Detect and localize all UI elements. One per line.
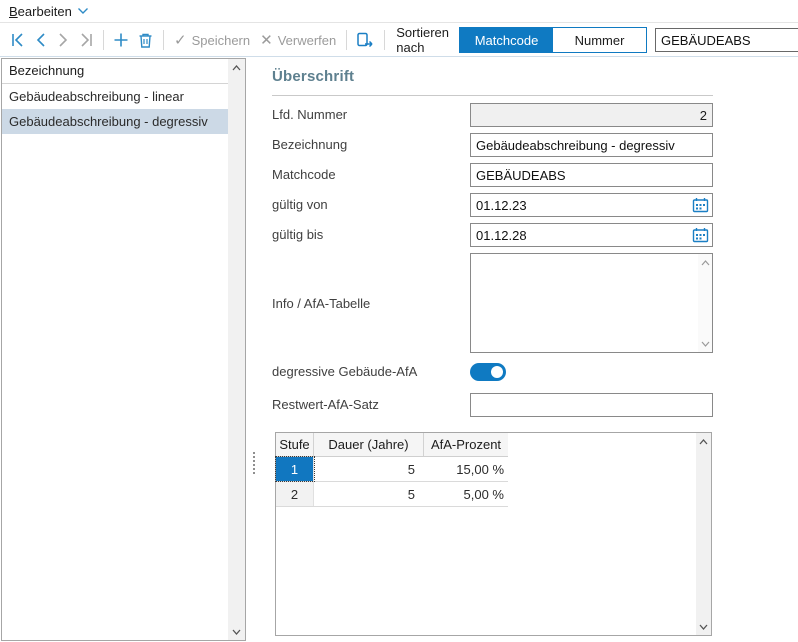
menu-bar: Bearbeiten [0, 0, 798, 23]
list-column-header[interactable]: Bezeichnung [2, 59, 228, 84]
list-item-selected[interactable]: Gebäudeabschreibung - degressiv [2, 109, 228, 134]
restwert-afa-satz-field[interactable] [470, 393, 713, 417]
last-record-button[interactable] [74, 27, 98, 53]
app-window: Bearbeiten [0, 0, 798, 642]
toggle-knob [491, 366, 503, 378]
lfd-nummer-label: Lfd. Nummer [272, 107, 347, 122]
discard-button-label: Verwerfen [278, 33, 337, 48]
list-scrollbar[interactable] [228, 59, 245, 640]
panel-splitter-handle[interactable] [251, 452, 257, 478]
record-list-panel: Bezeichnung Gebäudeabschreibung - linear… [1, 58, 246, 641]
heading-divider [272, 95, 713, 96]
sort-by-matchcode-button[interactable]: Matchcode [460, 28, 553, 52]
save-button[interactable]: ✓ Speichern [169, 27, 255, 53]
table-row[interactable]: 2 5 5,00 % [276, 482, 508, 507]
discard-button[interactable]: ✕ Verwerfen [255, 27, 341, 53]
textarea-scrollbar[interactable] [698, 254, 712, 352]
previous-record-icon [34, 32, 48, 48]
bezeichnung-label: Bezeichnung [272, 137, 347, 152]
scroll-up-icon[interactable] [696, 433, 711, 450]
list-item[interactable]: Gebäudeabschreibung - linear [2, 84, 228, 109]
column-header-dauer[interactable]: Dauer (Jahre) [314, 433, 424, 456]
check-icon: ✓ [174, 33, 187, 48]
first-record-icon [10, 32, 26, 48]
column-header-stufe[interactable]: Stufe [276, 433, 314, 456]
cell-dauer[interactable]: 5 [314, 457, 424, 481]
sort-by-nummer-button[interactable]: Nummer [553, 28, 646, 52]
info-afa-tabelle-field[interactable] [470, 253, 713, 353]
switch-record-icon [356, 32, 375, 49]
toolbar-separator [163, 30, 164, 50]
plus-icon [113, 32, 129, 48]
switch-view-button[interactable] [352, 27, 379, 53]
table-row[interactable]: 1 5 15,00 % [276, 457, 508, 482]
chevron-down-icon[interactable] [77, 7, 89, 15]
restwert-afa-satz-label: Restwert-AfA-Satz [272, 397, 379, 412]
table-scrollbar[interactable] [696, 433, 711, 635]
bezeichnung-field[interactable] [470, 133, 713, 157]
first-record-button[interactable] [6, 27, 30, 53]
toolbar-separator [346, 30, 347, 50]
add-record-button[interactable] [109, 27, 133, 53]
lfd-nummer-field [470, 103, 713, 127]
gueltig-von-date-wrap [470, 193, 713, 217]
scroll-up-icon[interactable] [698, 254, 712, 271]
degressive-toggle[interactable] [470, 363, 506, 381]
sort-by-label: Sortieren nach [396, 25, 449, 55]
degressive-gebaeude-afa-label: degressive Gebäude-AfA [272, 364, 417, 379]
cell-stufe[interactable]: 2 [276, 482, 314, 506]
form-section-heading: Überschrift [272, 68, 354, 85]
cell-stufe-selected[interactable]: 1 [276, 457, 314, 481]
matchcode-field[interactable] [470, 163, 713, 187]
calendar-icon[interactable] [692, 197, 709, 213]
toolbar-separator [384, 30, 385, 50]
trash-icon [137, 32, 154, 49]
menu-bearbeiten[interactable]: Bearbeiten [9, 4, 72, 19]
gueltig-bis-date-wrap [470, 223, 713, 247]
toolbar-separator [103, 30, 104, 50]
matchcode-search-input[interactable] [655, 28, 798, 52]
column-header-afa-prozent[interactable]: AfA-Prozent [424, 433, 508, 456]
delete-record-button[interactable] [133, 27, 158, 53]
cell-afa-prozent[interactable]: 5,00 % [424, 482, 508, 506]
scroll-up-icon[interactable] [228, 59, 245, 76]
sort-segmented-control: Matchcode Nummer [459, 27, 647, 53]
gueltig-von-field[interactable] [470, 193, 713, 217]
next-record-icon [56, 32, 70, 48]
afa-stufen-table: Stufe Dauer (Jahre) AfA-Prozent 1 5 15,0… [275, 432, 712, 636]
last-record-icon [78, 32, 94, 48]
scroll-down-icon[interactable] [696, 618, 711, 635]
scroll-down-icon[interactable] [228, 623, 245, 640]
scroll-down-icon[interactable] [698, 335, 712, 352]
cell-dauer[interactable]: 5 [314, 482, 424, 506]
info-afa-tabelle-label: Info / AfA-Tabelle [272, 296, 370, 311]
save-button-label: Speichern [192, 33, 251, 48]
calendar-icon[interactable] [692, 227, 709, 243]
table-header-row: Stufe Dauer (Jahre) AfA-Prozent [276, 433, 508, 457]
detail-form-panel: Überschrift Lfd. Nummer Bezeichnung Matc… [262, 58, 798, 642]
x-icon: ✕ [260, 33, 273, 48]
gueltig-bis-label: gültig bis [272, 227, 323, 242]
gueltig-bis-field[interactable] [470, 223, 713, 247]
next-record-button[interactable] [52, 27, 74, 53]
gueltig-von-label: gültig von [272, 197, 328, 212]
toolbar: ✓ Speichern ✕ Verwerfen Sortieren nach M… [0, 24, 798, 57]
previous-record-button[interactable] [30, 27, 52, 53]
cell-afa-prozent[interactable]: 15,00 % [424, 457, 508, 481]
matchcode-label: Matchcode [272, 167, 336, 182]
